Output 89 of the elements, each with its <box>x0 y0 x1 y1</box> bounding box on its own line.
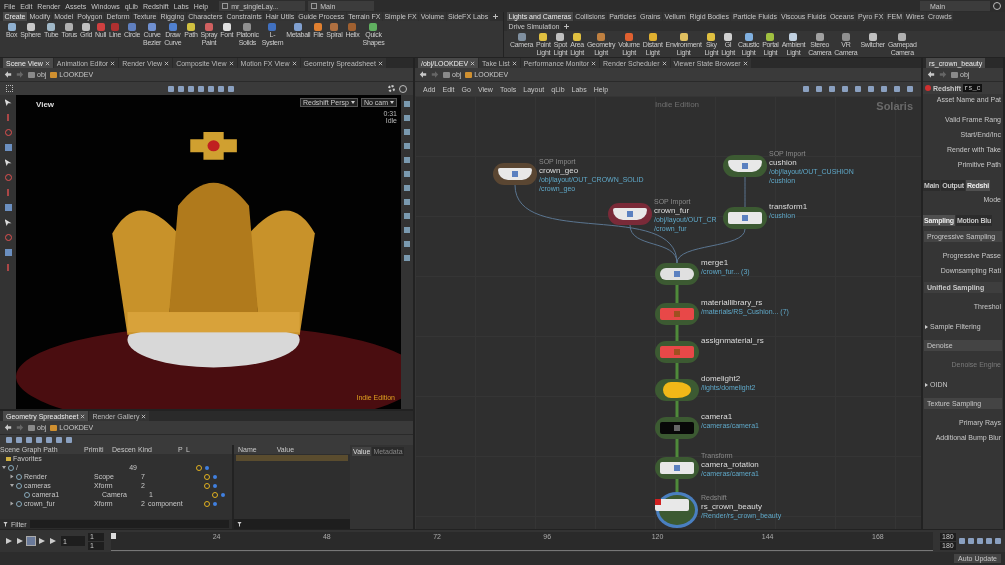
close-icon[interactable] <box>742 60 748 66</box>
close-icon[interactable] <box>511 60 517 66</box>
back-arrow-icon[interactable] <box>4 424 12 431</box>
node-type-icon <box>742 163 748 169</box>
node-halo[interactable] <box>655 417 699 439</box>
node-type-icon <box>742 215 748 221</box>
node-halo[interactable] <box>493 163 537 185</box>
node-name[interactable]: domelight2 <box>701 374 741 384</box>
node-body[interactable] <box>660 308 694 320</box>
viewport-title: View <box>36 100 55 109</box>
close-icon[interactable] <box>44 60 50 66</box>
light-bulb-icon[interactable] <box>663 382 691 398</box>
node-type-icon <box>674 349 680 355</box>
close-icon[interactable] <box>228 60 234 66</box>
square-icon[interactable] <box>4 249 12 256</box>
wire <box>675 363 679 379</box>
wire <box>675 285 679 303</box>
expand-toggle[interactable] <box>10 474 14 479</box>
node-name[interactable]: camera_rotation <box>701 460 759 470</box>
node-body[interactable] <box>660 422 694 434</box>
grid-icon <box>222 3 229 9</box>
node-type-icon <box>655 499 661 505</box>
close-icon[interactable] <box>377 60 383 66</box>
node-name[interactable]: transform1 <box>769 202 808 212</box>
node-body[interactable] <box>498 168 532 180</box>
node-type-icon <box>674 311 680 317</box>
node-halo[interactable] <box>655 457 699 479</box>
grid-icon <box>311 3 318 9</box>
node-name[interactable]: merge1 <box>701 258 729 268</box>
square-icon[interactable] <box>4 204 12 211</box>
node-halo[interactable] <box>723 155 767 177</box>
back-arrow-icon[interactable] <box>419 71 427 78</box>
square-icon[interactable] <box>4 144 12 151</box>
expand-toggle[interactable] <box>10 501 14 506</box>
wire <box>675 401 679 417</box>
wire <box>744 176 746 208</box>
node-body[interactable] <box>660 462 694 474</box>
caret-icon <box>350 101 355 104</box>
folder-icon <box>6 456 11 461</box>
node-name[interactable]: camera1 <box>701 412 733 422</box>
settings-icon[interactable] <box>388 85 395 92</box>
expand-toggle[interactable] <box>2 466 6 469</box>
frame-marker[interactable] <box>111 532 116 539</box>
close-icon[interactable] <box>80 413 86 419</box>
node-name[interactable]: cushion <box>769 158 797 168</box>
cursor-icon[interactable] <box>4 219 12 226</box>
node-name[interactable]: assignmaterial_rs <box>701 336 764 346</box>
node-type-icon <box>674 271 680 277</box>
node-halo[interactable] <box>723 207 767 229</box>
node-name[interactable]: crown_fur <box>654 206 690 216</box>
wire <box>675 325 679 341</box>
close-icon[interactable] <box>291 60 297 66</box>
node-name[interactable]: materiallibrary_rs <box>701 298 763 308</box>
close-icon[interactable] <box>164 60 170 66</box>
node-type-icon <box>674 465 680 471</box>
close-icon[interactable] <box>110 60 116 66</box>
render-node-icon <box>925 85 931 91</box>
back-arrow-icon[interactable] <box>4 71 12 78</box>
cursor-icon[interactable] <box>4 99 12 106</box>
close-icon[interactable] <box>661 60 667 66</box>
back-arrow-icon[interactable] <box>927 71 935 78</box>
node-name[interactable]: rs_crown_beauty <box>701 502 762 512</box>
node-body[interactable] <box>728 160 762 172</box>
context-label: Solaris <box>876 100 913 112</box>
node-body[interactable] <box>728 212 762 224</box>
node-body[interactable] <box>660 346 694 358</box>
node-body[interactable] <box>660 268 694 280</box>
close-icon[interactable] <box>141 413 147 419</box>
node-name[interactable]: crown_geo <box>539 166 579 176</box>
add-tab-icon[interactable] <box>563 24 569 29</box>
node-halo[interactable] <box>608 203 652 225</box>
expand-toggle[interactable] <box>10 484 14 487</box>
node-type-icon <box>627 211 633 217</box>
close-icon[interactable] <box>470 60 476 66</box>
wire <box>675 439 679 457</box>
node-type-icon <box>674 425 680 431</box>
node-body[interactable] <box>613 208 647 220</box>
add-tab-icon[interactable] <box>492 14 498 19</box>
node-halo[interactable] <box>655 341 699 363</box>
node-type-icon <box>512 171 518 177</box>
grid-icon[interactable] <box>6 85 13 92</box>
filter-icon[interactable] <box>237 521 242 527</box>
caret-icon <box>390 101 394 104</box>
node-halo[interactable] <box>655 303 699 325</box>
node-halo[interactable] <box>655 379 699 401</box>
cursor-icon[interactable] <box>4 159 12 166</box>
close-icon[interactable] <box>591 60 597 66</box>
node-body[interactable] <box>655 499 689 511</box>
node-halo[interactable] <box>655 263 699 285</box>
